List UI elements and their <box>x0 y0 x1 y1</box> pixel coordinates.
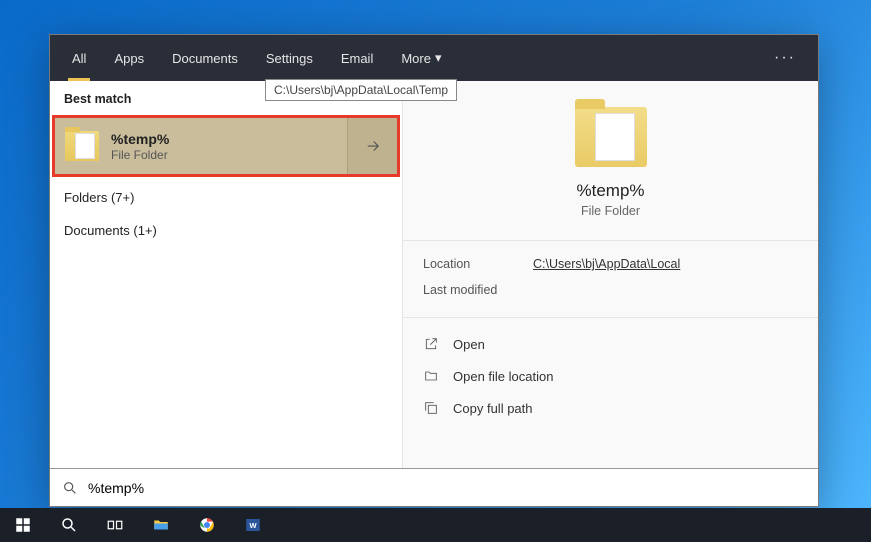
word-taskbar[interactable]: W <box>230 508 276 542</box>
taskbar-search-button[interactable] <box>46 508 92 542</box>
group-documents[interactable]: Documents (1+) <box>50 214 402 247</box>
tab-more-label: More <box>401 51 431 66</box>
folder-icon <box>65 131 99 161</box>
tab-all[interactable]: All <box>58 35 100 81</box>
action-copy-path[interactable]: Copy full path <box>415 392 806 424</box>
file-explorer-icon <box>152 516 170 534</box>
open-icon <box>423 336 439 352</box>
action-open[interactable]: Open <box>415 328 806 360</box>
preview-actions: Open Open file location Copy full path <box>403 318 818 434</box>
location-link[interactable]: C:\Users\bj\AppData\Local <box>533 257 680 271</box>
chrome-taskbar[interactable] <box>184 508 230 542</box>
tab-apps[interactable]: Apps <box>100 35 158 81</box>
group-folders[interactable]: Folders (7+) <box>50 181 402 214</box>
chevron-down-icon: ▾ <box>435 50 442 66</box>
result-main[interactable]: %temp% File Folder <box>55 118 347 174</box>
options-menu-button[interactable]: ··· <box>760 49 810 67</box>
result-title: %temp% <box>111 131 169 147</box>
preview-header: %temp% File Folder <box>403 81 818 241</box>
tab-settings[interactable]: Settings <box>252 35 327 81</box>
result-subtitle: File Folder <box>111 148 169 162</box>
search-tabs: All Apps Documents Settings Email More ▾… <box>50 35 818 81</box>
task-view-icon <box>106 516 124 534</box>
tab-documents[interactable]: Documents <box>158 35 252 81</box>
search-icon <box>60 516 78 534</box>
windows-logo-icon <box>14 516 32 534</box>
search-input[interactable] <box>88 480 806 496</box>
chrome-icon <box>198 516 216 534</box>
arrow-right-icon <box>364 137 382 155</box>
tab-more[interactable]: More ▾ <box>387 35 455 81</box>
path-tooltip: C:\Users\bj\AppData\Local\Temp <box>265 79 457 101</box>
search-input-bar[interactable] <box>50 468 818 506</box>
word-icon: W <box>244 516 262 534</box>
open-location-icon <box>423 368 439 384</box>
preview-metadata: Location C:\Users\bj\AppData\Local Last … <box>403 241 818 318</box>
task-view-button[interactable] <box>92 508 138 542</box>
action-open-location[interactable]: Open file location <box>415 360 806 392</box>
svg-text:W: W <box>249 521 257 530</box>
taskbar: W <box>0 508 871 542</box>
preview-title: %temp% <box>576 181 644 201</box>
location-label: Location <box>423 257 533 271</box>
preview-subtitle: File Folder <box>581 204 640 218</box>
last-modified-label: Last modified <box>423 283 533 297</box>
best-match-result[interactable]: %temp% File Folder <box>52 115 400 177</box>
expand-result-button[interactable] <box>347 118 397 174</box>
meta-lastmodified-row: Last modified <box>423 283 798 297</box>
action-copy-path-label: Copy full path <box>453 401 533 416</box>
group-documents-label: Documents (1+) <box>64 223 157 238</box>
tab-email[interactable]: Email <box>327 35 388 81</box>
results-column: Best match %temp% File Folder Folders (7… <box>50 81 402 468</box>
search-panel: All Apps Documents Settings Email More ▾… <box>49 34 819 507</box>
preview-column: %temp% File Folder Location C:\Users\bj\… <box>402 81 818 468</box>
group-folders-label: Folders (7+) <box>64 190 134 205</box>
search-icon <box>62 480 78 496</box>
start-button[interactable] <box>0 508 46 542</box>
action-open-location-label: Open file location <box>453 369 553 384</box>
result-text: %temp% File Folder <box>111 131 169 162</box>
folder-large-icon <box>575 107 647 167</box>
copy-icon <box>423 400 439 416</box>
search-body: Best match %temp% File Folder Folders (7… <box>50 81 818 468</box>
action-open-label: Open <box>453 337 485 352</box>
meta-location-row: Location C:\Users\bj\AppData\Local <box>423 257 798 271</box>
file-explorer-taskbar[interactable] <box>138 508 184 542</box>
